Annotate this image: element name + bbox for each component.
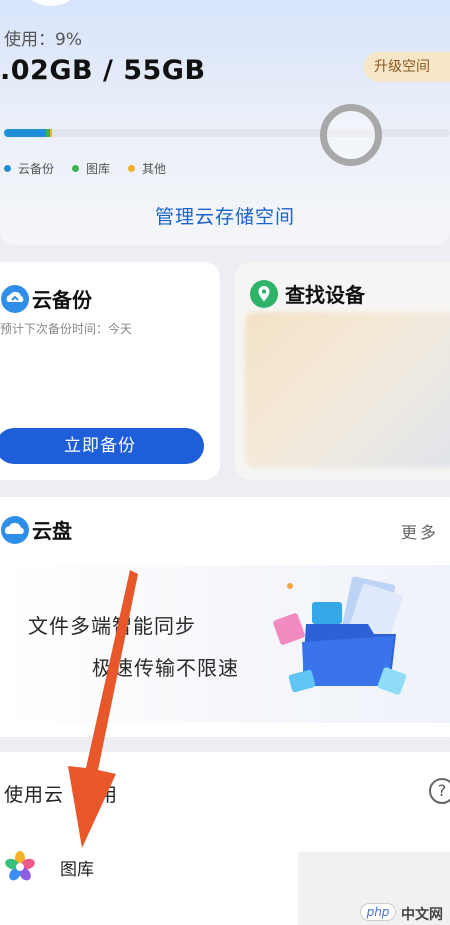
legend-item-gallery: 图库: [72, 160, 110, 177]
watermark-logo: php: [360, 903, 396, 921]
legend-item-other: 其他: [128, 160, 166, 177]
touch-indicator: [320, 104, 382, 166]
legend-label: 云备份: [18, 162, 55, 176]
location-pin-icon: [250, 280, 278, 308]
storage-panel: 使用：9% .02GB / 55GB 升级空间 云备份 图库 其他 管理云存储空…: [0, 0, 450, 245]
cloud-backup-title: 云备份: [32, 288, 92, 312]
usage-segment-other: [49, 129, 52, 137]
find-device-title: 查找设备: [285, 283, 365, 307]
storage-usage-bar: [4, 129, 450, 137]
annotation-arrow-icon: [68, 570, 138, 848]
more-link[interactable]: 更多: [401, 519, 439, 543]
legend-dot-icon: [128, 165, 136, 172]
backup-now-button[interactable]: 立即备份: [0, 428, 204, 464]
avatar[interactable]: [16, 0, 86, 6]
next-backup-time: 预计下次备份时间：今天: [0, 322, 133, 336]
usage-segment-backup: [4, 129, 47, 137]
gallery-app-label[interactable]: 图库: [60, 855, 94, 880]
cloud-backup-card[interactable]: 云备份 预计下次备份时间：今天 立即备份: [0, 262, 220, 480]
legend-label: 图库: [86, 162, 111, 176]
upgrade-space-button[interactable]: 升级空间: [364, 52, 450, 82]
legend-dot-icon: [4, 165, 11, 172]
usage-amount: .02GB / 55GB: [0, 55, 206, 86]
usage-legend: 云备份 图库 其他: [4, 160, 166, 177]
help-icon[interactable]: ?: [429, 778, 450, 804]
legend-dot-icon: [72, 165, 80, 172]
blurred-map-preview: [245, 312, 450, 468]
cloud-backup-icon: [1, 285, 29, 313]
manage-storage-link[interactable]: 管理云存储空间: [0, 202, 450, 229]
legend-item-backup: 云备份: [4, 160, 54, 177]
find-device-card[interactable]: 查找设备: [235, 262, 450, 480]
folder-illustration-icon: [273, 576, 407, 695]
usage-percent-label: 使用：9%: [4, 30, 82, 50]
cloud-disk-title: 云盘: [32, 519, 72, 543]
cloud-disk-icon: [1, 516, 29, 544]
legend-label: 其他: [142, 162, 167, 176]
watermark-text: 中文网: [401, 907, 443, 923]
gallery-flower-icon[interactable]: [4, 850, 36, 882]
